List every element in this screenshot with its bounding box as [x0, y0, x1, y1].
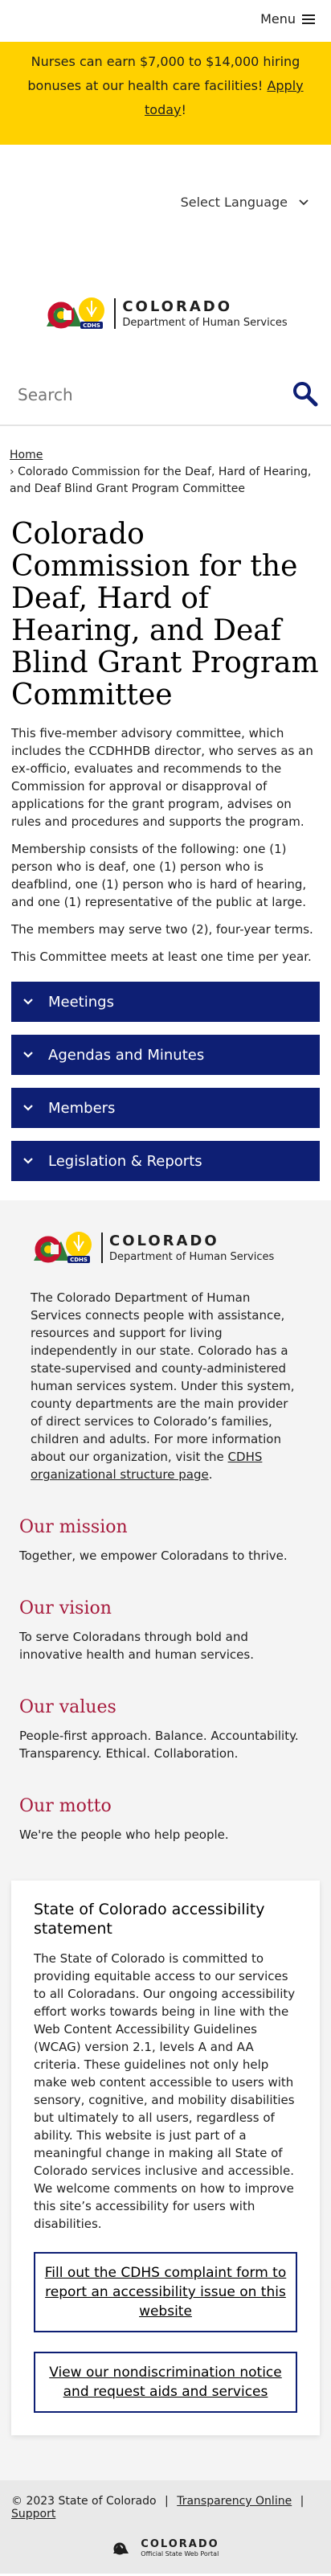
chevron-down-icon: [23, 1105, 33, 1111]
transparency-link[interactable]: Transparency Online: [177, 2495, 292, 2508]
footer-about: The Colorado Department of Human Service…: [31, 1290, 295, 1482]
logo-subtitle: Department of Human Services: [109, 1251, 275, 1263]
mission-title: Our mission: [19, 1517, 128, 1537]
intro-text: This five-member advisory committee, whi…: [0, 712, 331, 966]
accordion-label: Meetings: [48, 993, 114, 1011]
motto-text: We're the people who help people.: [19, 1827, 229, 1842]
accordion-legislation-reports[interactable]: Legislation & Reports: [11, 1141, 320, 1181]
colorado-c-logo-icon: [113, 2542, 129, 2555]
breadcrumb-current-label: Colorado Commission for the Deaf, Hard o…: [10, 466, 312, 495]
alert-tail: !: [181, 102, 186, 117]
values-title: Our values: [19, 1697, 116, 1717]
chevron-down-icon: [299, 199, 309, 205]
alert-text: Nurses can earn $7,000 to $14,000 hiring…: [27, 54, 300, 93]
copyright: © 2023 State of Colorado: [11, 2495, 157, 2508]
menu-button[interactable]: Menu: [260, 11, 315, 27]
colorado-c-logo-icon: CDHS: [47, 297, 105, 329]
alert-banner: Nurses can earn $7,000 to $14,000 hiring…: [0, 42, 331, 145]
accordion-agendas-minutes[interactable]: Agendas and Minutes: [11, 1035, 320, 1075]
bottom-bar: © 2023 State of Colorado | Transparency …: [0, 2480, 331, 2574]
site-footer: CDHS COLORADO Department of Human Servic…: [0, 1200, 331, 2574]
logo-title: COLORADO: [109, 1233, 219, 1249]
about-text: The Colorado Department of Human Service…: [31, 1290, 295, 1464]
motto-section: Our motto We're the people who help peop…: [0, 1796, 331, 1844]
vision-text: To serve Coloradans through bold and inn…: [19, 1630, 254, 1662]
divider: |: [165, 2495, 169, 2508]
accessibility-title: State of Colorado accessibility statemen…: [34, 1901, 265, 1938]
main-content: Colorado Commission for the Deaf, Hard o…: [0, 498, 331, 1181]
accordion-label: Agendas and Minutes: [48, 1046, 205, 1064]
breadcrumb-current: › Colorado Commission for the Deaf, Hard…: [10, 466, 312, 495]
vision-section: Our vision To serve Coloradans through b…: [0, 1598, 331, 1663]
site-header: Menu Nurses can earn $7,000 to $14,000 h…: [0, 0, 331, 426]
accordion-meetings[interactable]: Meetings: [11, 982, 320, 1022]
chevron-down-icon: [23, 999, 33, 1005]
chevron-down-icon: [23, 1052, 33, 1058]
paragraph: Membership consists of the following: on…: [11, 842, 307, 909]
colorado-c-logo-icon: CDHS: [34, 1232, 92, 1263]
menu-label: Menu: [260, 11, 296, 27]
logo-badge: CDHS: [83, 322, 100, 329]
cdhs-logo[interactable]: CDHS COLORADO Department of Human Servic…: [43, 291, 288, 336]
search-input[interactable]: [18, 383, 275, 407]
portal-title: COLORADO: [141, 2538, 219, 2550]
search-bar: [0, 362, 331, 426]
paragraph: This Committee meets at least one time p…: [11, 950, 312, 964]
logo-text: COLORADO Department of Human Services: [101, 1233, 274, 1263]
accordion-label: Legislation & Reports: [48, 1152, 202, 1170]
accessibility-card: State of Colorado accessibility statemen…: [11, 1881, 320, 2435]
values-section: Our values People-first approach. Balanc…: [0, 1697, 331, 1762]
vision-title: Our vision: [19, 1598, 112, 1618]
hamburger-icon: [302, 12, 315, 27]
mission-text: Together, we empower Coloradans to thriv…: [19, 1548, 288, 1563]
language-area: Select Language: [0, 145, 331, 265]
mission-section: Our mission Together, we empower Colorad…: [0, 1517, 331, 1565]
values-text: People-first approach. Balance. Accounta…: [19, 1729, 299, 1761]
logo-badge: CDHS: [70, 1257, 88, 1263]
complaint-form-button[interactable]: Fill out the CDHS complaint form to repo…: [34, 2252, 297, 2332]
footer-logo[interactable]: CDHS COLORADO Department of Human Servic…: [0, 1220, 331, 1276]
portal-logo: COLORADO Official State Web Portal: [112, 2538, 219, 2558]
logo-subtitle: Department of Human Services: [122, 317, 288, 329]
portal-subtitle: Official State Web Portal: [141, 2550, 219, 2558]
logo-row: CDHS COLORADO Department of Human Servic…: [0, 265, 331, 362]
support-link[interactable]: Support: [11, 2508, 55, 2521]
breadcrumb: Home › Colorado Commission for the Deaf,…: [0, 426, 331, 498]
state-portal-logo[interactable]: COLORADO Official State Web Portal: [11, 2521, 320, 2564]
top-bar: Menu: [0, 0, 331, 42]
logo-text: COLORADO Department of Human Services: [114, 298, 288, 329]
accessibility-text: The State of Colorado is committed to pr…: [34, 1951, 296, 2231]
divider: |: [300, 2495, 304, 2508]
breadcrumb-home[interactable]: Home: [10, 449, 43, 461]
accordion: Meetings Agendas and Minutes Members Leg…: [0, 975, 331, 1181]
page-title: Colorado Commission for the Deaf, Hard o…: [11, 518, 319, 712]
logo-title: COLORADO: [122, 298, 233, 315]
motto-title: Our motto: [19, 1796, 112, 1816]
language-label: Select Language: [180, 195, 288, 210]
search-icon[interactable]: [291, 379, 318, 407]
cdhs-logo: CDHS COLORADO Department of Human Servic…: [31, 1225, 274, 1270]
chevron-down-icon: [23, 1158, 33, 1164]
language-select[interactable]: Select Language: [181, 195, 309, 210]
portal-text: COLORADO Official State Web Portal: [141, 2538, 219, 2558]
paragraph: The members may serve two (2), four-year…: [11, 922, 313, 937]
paragraph: This five-member advisory committee, whi…: [11, 726, 313, 829]
accordion-label: Members: [48, 1099, 116, 1117]
accordion-members[interactable]: Members: [11, 1088, 320, 1128]
nondiscrimination-button[interactable]: View our nondiscrimination notice and re…: [34, 2352, 297, 2413]
